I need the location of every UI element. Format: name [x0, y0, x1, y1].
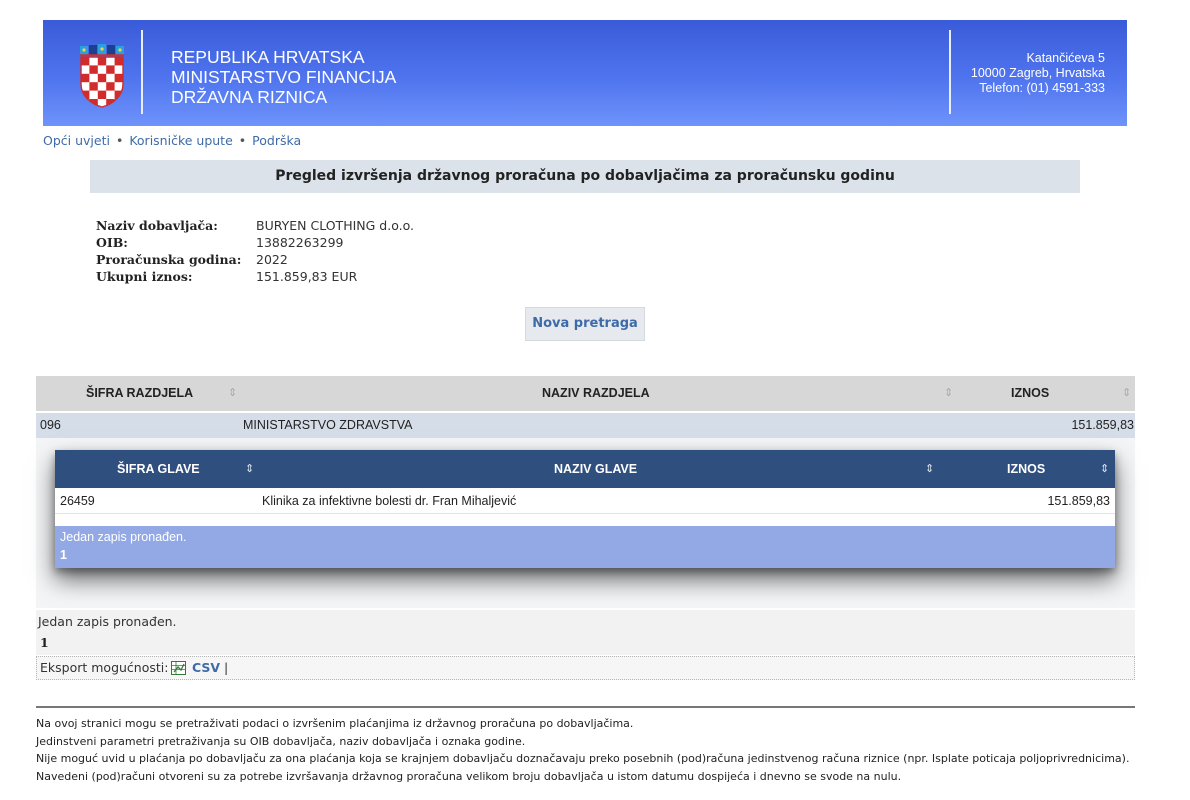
- chapter-table-footer: Jedan zapis pronađen. 1: [55, 526, 1115, 568]
- link-separator: •: [238, 133, 247, 148]
- sort-arrows-icon[interactable]: ⇕: [925, 450, 934, 488]
- sort-arrows-icon[interactable]: ⇕: [1122, 376, 1131, 411]
- page-title: Pregled izvršenja državnog proračuna po …: [90, 160, 1080, 193]
- footer-line-1: Na ovoj stranici mogu se pretraživati po…: [36, 717, 634, 730]
- pagination-page[interactable]: 1: [40, 635, 49, 650]
- chapter-table-header: ŠIFRA GLAVE ⇕ NAZIV GLAVE ⇕ IZNOS ⇕: [55, 450, 1115, 488]
- footer-line-4: Navedeni (pod)računi otvoreni su za potr…: [36, 769, 902, 783]
- sort-arrows-icon[interactable]: ⇕: [944, 376, 953, 411]
- table-row[interactable]: 096 MINISTARSTVO ZDRAVSTVA 151.859,83: [36, 413, 1135, 438]
- link-separator: •: [115, 133, 124, 148]
- department-table-header: ŠIFRA RAZDJELA ⇕ NAZIV RAZDJELA ⇕ IZNOS …: [36, 376, 1135, 411]
- supplier-info: Naziv dobavljača: BURYEN CLOTHING d.o.o.…: [96, 217, 414, 285]
- sort-arrows-icon[interactable]: ⇕: [1100, 450, 1109, 488]
- value-oib: 13882263299: [256, 235, 344, 250]
- export-separator: |: [224, 660, 229, 675]
- department-amount: 151.859,83: [1071, 418, 1134, 432]
- institution-title: REPUBLIKA HRVATSKA MINISTARSTVO FINANCIJ…: [171, 47, 396, 107]
- table-row[interactable]: 26459 Klinika za infektivne bolesti dr. …: [55, 488, 1115, 514]
- contact-address: Katančićeva 5 10000 Zagreb, Hrvatska Tel…: [971, 51, 1105, 96]
- pagination-page[interactable]: 1: [60, 548, 67, 562]
- value-total-amount: 151.859,83 EUR: [256, 269, 358, 284]
- info-row-total: Ukupni iznos: 151.859,83 EUR: [96, 268, 414, 285]
- footer-line-3: Nije moguć uvid u plaćanja po dobavljaču…: [36, 752, 1130, 765]
- title-line-1: REPUBLIKA HRVATSKA: [171, 47, 365, 67]
- chapter-name: Klinika za infektivne bolesti dr. Fran M…: [262, 494, 517, 508]
- label-budget-year: Proračunska godina:: [96, 252, 242, 267]
- chapter-table: ŠIFRA GLAVE ⇕ NAZIV GLAVE ⇕ IZNOS ⇕ 2645…: [55, 450, 1115, 568]
- footer-divider: [36, 706, 1135, 708]
- footer-notes: Na ovoj stranici mogu se pretraživati po…: [36, 715, 1129, 785]
- info-row-year: Proračunska godina: 2022: [96, 251, 414, 268]
- export-label: Eksport mogućnosti:: [40, 660, 169, 675]
- export-options: Eksport mogućnosti: CSV |: [36, 656, 1135, 680]
- label-oib: OIB:: [96, 235, 128, 250]
- new-search-button[interactable]: Nova pretraga: [525, 307, 645, 341]
- address-line-3: Telefon: (01) 4591-333: [979, 81, 1105, 95]
- top-links: Opći uvjeti • Korisničke upute • Podrška: [43, 133, 301, 148]
- value-supplier-name: BURYEN CLOTHING d.o.o.: [256, 218, 414, 233]
- column-header-amount[interactable]: IZNOS: [1011, 376, 1049, 411]
- info-row-oib: OIB: 13882263299: [96, 234, 414, 251]
- department-name: MINISTARSTVO ZDRAVSTVA: [243, 418, 413, 432]
- header-divider-left: [141, 30, 143, 114]
- column-header-chapter-name[interactable]: NAZIV GLAVE: [554, 450, 637, 488]
- label-supplier-name: Naziv dobavljača:: [96, 218, 218, 233]
- address-line-2: 10000 Zagreb, Hrvatska: [970, 66, 1105, 80]
- address-line-1: Katančićeva 5: [1026, 51, 1105, 65]
- records-found-text: Jedan zapis pronađen.: [38, 614, 177, 629]
- title-line-2: MINISTARSTVO FINANCIJA: [171, 67, 397, 87]
- column-header-chapter-amount[interactable]: IZNOS: [1007, 450, 1045, 488]
- header-banner: REPUBLIKA HRVATSKA MINISTARSTVO FINANCIJ…: [43, 20, 1127, 126]
- records-found-text: Jedan zapis pronađen.: [60, 530, 187, 544]
- sort-arrows-icon[interactable]: ⇕: [245, 450, 254, 488]
- spreadsheet-icon[interactable]: [171, 661, 186, 675]
- department-table-footer: Jedan zapis pronađen. 1: [36, 610, 1135, 655]
- croatian-coat-of-arms-icon: [80, 44, 124, 108]
- info-row-name: Naziv dobavljača: BURYEN CLOTHING d.o.o.: [96, 217, 414, 234]
- column-header-department-name[interactable]: NAZIV RAZDJELA: [542, 376, 650, 411]
- csv-export-link[interactable]: CSV: [192, 657, 220, 679]
- value-budget-year: 2022: [256, 252, 288, 267]
- link-general-terms[interactable]: Opći uvjeti: [43, 133, 110, 148]
- header-divider-right: [949, 30, 951, 114]
- chapter-code: 26459: [60, 494, 95, 508]
- department-code: 096: [40, 418, 61, 432]
- link-user-guide[interactable]: Korisničke upute: [129, 133, 232, 148]
- chapter-amount: 151.859,83: [1047, 494, 1110, 508]
- column-header-chapter-code[interactable]: ŠIFRA GLAVE: [117, 450, 200, 488]
- label-total-amount: Ukupni iznos:: [96, 269, 193, 284]
- footer-line-2: Jedinstveni parametri pretraživanja su O…: [36, 734, 526, 748]
- column-header-department-code[interactable]: ŠIFRA RAZDJELA: [86, 376, 193, 411]
- title-line-3: DRŽAVNA RIZNICA: [171, 87, 328, 107]
- sort-arrows-icon[interactable]: ⇕: [228, 376, 237, 411]
- link-support[interactable]: Podrška: [252, 133, 301, 148]
